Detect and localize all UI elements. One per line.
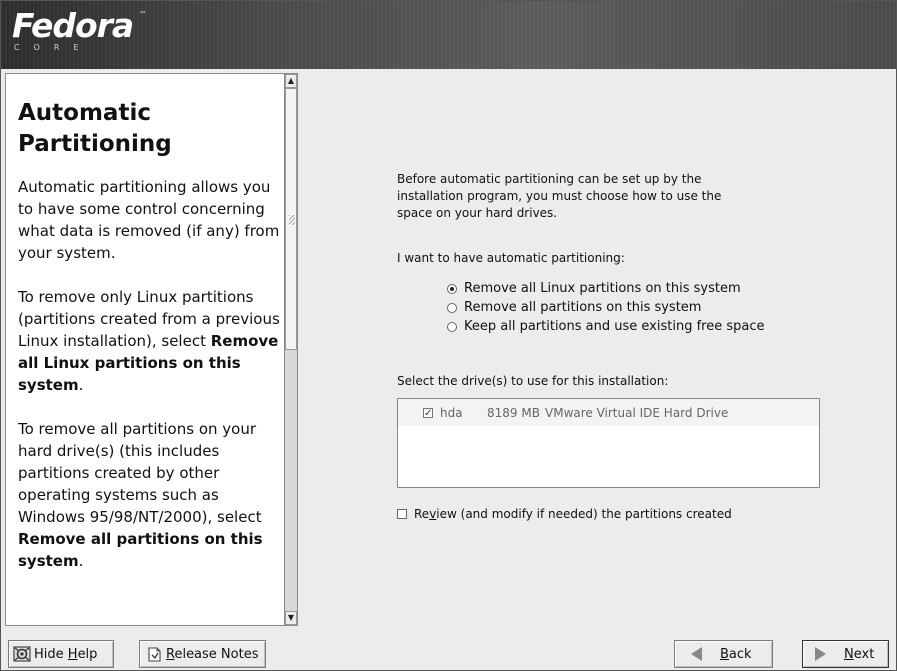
review-label: Review (and modify if needed) the partit… xyxy=(414,507,732,521)
help-title: Automatic Partitioning xyxy=(18,100,172,157)
next-button[interactable]: Next xyxy=(802,640,889,668)
help-paragraph-2-end: . xyxy=(78,376,84,394)
release-notes-label-rest: elease Notes xyxy=(174,646,259,662)
scroll-grip-icon xyxy=(289,215,295,225)
next-label-rest: ext xyxy=(853,646,875,662)
help-paragraph-3-text: To remove all partitions on your hard dr… xyxy=(18,420,262,526)
hide-help-accelerator: H xyxy=(67,646,78,662)
partitioning-radio-group: Remove all Linux partitions on this syst… xyxy=(447,279,764,336)
back-label-rest: ack xyxy=(728,646,752,662)
help-paragraph-2: To remove only Linux partitions (partiti… xyxy=(18,286,280,396)
release-notes-icon xyxy=(147,646,162,662)
hide-help-label: Hide Help xyxy=(34,647,97,662)
radio-selected-icon[interactable] xyxy=(447,283,457,294)
drive-checkbox-checked-icon[interactable]: ✓ xyxy=(423,407,433,418)
radio-label: Remove all partitions on this system xyxy=(464,300,702,315)
back-button[interactable]: Back xyxy=(674,640,773,668)
next-label: Next xyxy=(844,647,874,662)
drive-selection-label: Select the drive(s) to use for this inst… xyxy=(397,374,669,388)
review-partitions-checkbox-row[interactable]: Review (and modify if needed) the partit… xyxy=(397,507,732,521)
fedora-core-logo: Fedora ™ CORE xyxy=(12,6,147,53)
hide-help-label-part: Hide xyxy=(34,646,68,662)
help-paragraph-3-end: . xyxy=(78,552,84,570)
drive-model: VMware Virtual IDE Hard Drive xyxy=(545,405,729,420)
hide-help-icon xyxy=(13,646,31,662)
scroll-thumb[interactable] xyxy=(285,88,297,350)
automatic-partitioning-label: I want to have automatic partitioning: xyxy=(397,251,625,265)
back-label: Back xyxy=(720,647,752,662)
radio-label: Keep all partitions and use existing fre… xyxy=(464,319,765,334)
radio-remove-all-partitions[interactable]: Remove all partitions on this system xyxy=(447,298,764,317)
hide-help-label-rest: elp xyxy=(77,646,98,662)
back-arrow-icon xyxy=(691,647,702,661)
scroll-down-arrow-icon[interactable]: ▼ xyxy=(285,611,297,625)
review-label-rest: iew (and modify if needed) the partition… xyxy=(436,507,732,521)
next-arrow-icon xyxy=(815,647,826,661)
scroll-up-arrow-icon[interactable]: ▲ xyxy=(285,74,297,88)
radio-keep-all-partitions[interactable]: Keep all partitions and use existing fre… xyxy=(447,317,764,336)
drive-list[interactable]: ✓ hda 8189 MB VMware Virtual IDE Hard Dr… xyxy=(397,398,820,488)
help-paragraph-3: To remove all partitions on your hard dr… xyxy=(18,418,280,572)
logo-wordmark: Fedora xyxy=(12,6,134,45)
drive-name: hda xyxy=(440,405,463,420)
review-checkbox[interactable] xyxy=(397,509,407,519)
hide-help-button[interactable]: Hide Help xyxy=(8,640,114,668)
help-scrollbar[interactable]: ▲ ▼ xyxy=(284,73,298,626)
help-paragraph-1: Automatic partitioning allows you to hav… xyxy=(18,178,280,262)
help-panel: Automatic Partitioning Automatic partiti… xyxy=(5,73,285,626)
radio-unselected-icon[interactable] xyxy=(447,302,457,313)
logo-trademark: ™ xyxy=(139,10,147,19)
review-label-part: Re xyxy=(414,507,430,521)
radio-label: Remove all Linux partitions on this syst… xyxy=(464,281,741,296)
header-banner: Fedora ™ CORE xyxy=(1,1,896,69)
drive-row-hda[interactable]: ✓ hda 8189 MB VMware Virtual IDE Hard Dr… xyxy=(398,399,819,426)
partition-options-panel: Before automatic partitioning can be set… xyxy=(397,171,837,521)
release-notes-label: Release Notes xyxy=(166,647,258,662)
help-paragraph-3-bold: Remove all partitions on this system xyxy=(18,530,263,570)
radio-unselected-icon[interactable] xyxy=(447,321,457,332)
back-accelerator: B xyxy=(720,646,729,662)
drive-size: 8189 MB xyxy=(487,405,540,420)
radio-remove-linux-partitions[interactable]: Remove all Linux partitions on this syst… xyxy=(447,279,764,298)
intro-text: Before automatic partitioning can be set… xyxy=(397,172,722,220)
next-accelerator: N xyxy=(844,646,854,662)
release-notes-button[interactable]: Release Notes xyxy=(139,640,266,668)
